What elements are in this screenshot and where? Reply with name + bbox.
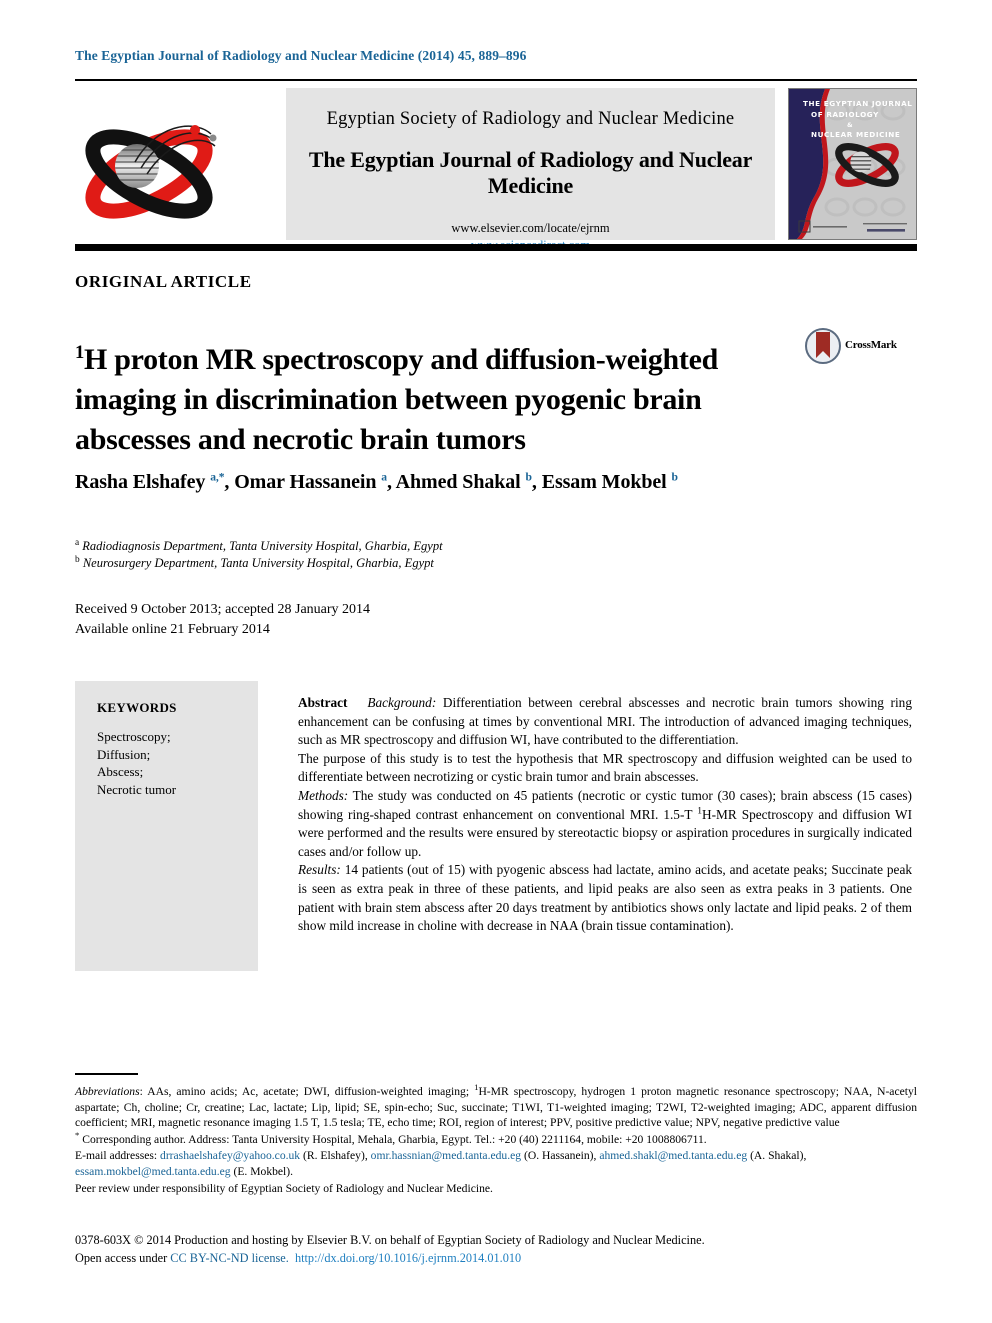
doi-link[interactable]: http://dx.doi.org/10.1016/j.ejrnm.2014.0… <box>295 1251 521 1265</box>
society-logo-icon <box>75 92 223 240</box>
elsevier-url[interactable]: www.elsevier.com/locate/ejrnm <box>451 221 609 235</box>
abstract-results-paragraph: Results: 14 patients (out of 15) with py… <box>298 861 912 935</box>
asterisk-mark: * <box>75 1129 80 1140</box>
corresponding-author-paragraph: * Corresponding author. Address: Tanta U… <box>75 1129 917 1148</box>
journal-cover-thumbnail: THE EGYPTIAN JOURNAL OF RADIOLOGY & NUCL… <box>788 88 917 240</box>
abstract-results-label: Results: <box>298 862 341 878</box>
author-entry: Omar Hassanein a, <box>234 470 392 493</box>
author-name: Rasha Elshafey <box>75 471 206 493</box>
abstract-results-text: 14 patients (out of 15) with pyogenic ab… <box>298 862 912 934</box>
affiliation-item: b Neurosurgery Department, Tanta Univers… <box>75 555 917 572</box>
svg-text:&: & <box>847 121 853 129</box>
affiliation-list: a Radiodiagnosis Department, Tanta Unive… <box>75 538 917 572</box>
available-online-date: Available online 21 February 2014 <box>75 622 270 637</box>
author-affiliation-mark: b <box>671 470 678 484</box>
email-owner: (A. Shakal), <box>750 1149 807 1163</box>
email-owner: (R. Elshafey), <box>303 1149 368 1163</box>
svg-text:THE EGYPTIAN JOURNAL: THE EGYPTIAN JOURNAL <box>803 99 912 108</box>
copyright-block: 0378-603X © 2014 Production and hosting … <box>75 1231 917 1267</box>
received-accepted-date: Received 9 October 2013; accepted 28 Jan… <box>75 602 371 617</box>
running-head: The Egyptian Journal of Radiology and Nu… <box>75 48 527 63</box>
abbreviations-label: Abbreviations <box>75 1085 140 1098</box>
author-entry: Ahmed Shakal b, <box>395 470 537 493</box>
abstract-block: Abstract Background: Differentiation bet… <box>298 694 912 936</box>
email-link[interactable]: omr.hassnian@med.tanta.edu.eg <box>371 1149 521 1162</box>
open-access-prefix: Open access under <box>75 1251 171 1265</box>
affiliation-mark: a <box>75 537 80 548</box>
copyright-line: 0378-603X © 2014 Production and hosting … <box>75 1233 705 1247</box>
abstract-background-label: Background: <box>367 695 437 710</box>
peer-review-statement: Peer review under responsibility of Egyp… <box>75 1181 493 1195</box>
affiliation-text: Neurosurgery Department, Tanta Universit… <box>82 556 434 570</box>
email-addresses-paragraph: E-mail addresses: drrashaelshafey@yahoo.… <box>75 1148 917 1179</box>
abbreviations-paragraph: Abbreviations: AAs, amino acids; Ac, ace… <box>75 1083 917 1131</box>
keyword-item: Necrotic tumor <box>97 781 177 797</box>
keywords-heading: KEYWORDS <box>97 700 177 715</box>
svg-text:NUCLEAR MEDICINE: NUCLEAR MEDICINE <box>811 130 900 139</box>
header-rule-bottom <box>75 244 917 251</box>
footnote-separator <box>75 1073 138 1075</box>
abstract-methods-paragraph: Methods: The study was conducted on 45 p… <box>298 787 912 861</box>
abstract-methods-label: Methods: <box>298 787 349 803</box>
author-affiliation-mark: a <box>381 470 387 484</box>
author-entry: Essam Mokbel b <box>542 471 678 493</box>
author-name: Omar Hassanein <box>234 471 377 493</box>
paper-first-page: The Egyptian Journal of Radiology and Nu… <box>0 0 992 1323</box>
license-link[interactable]: CC BY-NC-ND license. <box>170 1251 289 1265</box>
abstract-purpose-paragraph: The purpose of this study is to test the… <box>298 750 912 785</box>
open-access-line: Open access under CC BY-NC-ND license. h… <box>75 1249 917 1267</box>
author-name: Essam Mokbel <box>541 471 667 493</box>
email-link[interactable]: ahmed.shakl@med.tanta.edu.eg <box>599 1149 747 1162</box>
email-link[interactable]: drrashaelshafey@yahoo.co.uk <box>160 1149 300 1162</box>
keyword-item: Abscess; <box>97 764 144 779</box>
society-name: Egyptian Society of Radiology and Nuclea… <box>326 109 735 129</box>
keyword-item: Spectroscopy; <box>97 729 171 744</box>
page-title: 1H proton MR spectroscopy and diffusion-… <box>75 340 785 460</box>
footnotes-block: Abbreviations: AAs, amino acids; Ac, ace… <box>75 1083 917 1197</box>
crossmark-label: CrossMark <box>845 339 897 351</box>
header-rule-top <box>75 79 917 81</box>
author-list: Rasha Elshafey a,*, Omar Hassanein a, Ah… <box>75 471 917 494</box>
article-dates: Received 9 October 2013; accepted 28 Jan… <box>75 600 370 640</box>
journal-name: The Egyptian Journal of Radiology and Nu… <box>308 147 753 198</box>
email-link[interactable]: essam.mokbel@med.tanta.edu.eg <box>75 1165 231 1178</box>
masthead-center-panel: Egyptian Society of Radiology and Nuclea… <box>286 88 775 252</box>
keyword-item: Diffusion; <box>97 746 151 762</box>
abbreviations-text-a: : AAs, amino acids; Ac, acetate; DWI, di… <box>139 1085 475 1098</box>
author-name: Ahmed Shakal <box>395 471 521 493</box>
keywords-panel: KEYWORDS Spectroscopy; Diffusion; Absces… <box>75 681 258 971</box>
author-affiliation-mark: b <box>525 470 532 484</box>
corresponding-author-text: Corresponding author. Address: Tanta Uni… <box>82 1132 707 1146</box>
email-owner: (E. Mokbel). <box>233 1164 294 1178</box>
abstract-background-paragraph: Abstract Background: Differentiation bet… <box>298 694 912 750</box>
abstract-label: Abstract <box>298 695 348 710</box>
svg-text:OF RADIOLOGY: OF RADIOLOGY <box>811 110 879 119</box>
email-owner: (O. Hassanein), <box>523 1149 597 1163</box>
author-entry: Rasha Elshafey a,*, <box>75 470 230 493</box>
journal-masthead: Egyptian Society of Radiology and Nuclea… <box>75 88 917 252</box>
title-superscript: 1 <box>75 342 84 364</box>
title-text: H proton MR spectroscopy and diffusion-w… <box>75 343 719 457</box>
author-affiliation-mark: a,* <box>210 470 225 484</box>
keywords-list: Spectroscopy; Diffusion; Abscess; Necrot… <box>97 728 258 798</box>
affiliation-item: a Radiodiagnosis Department, Tanta Unive… <box>75 538 917 555</box>
article-type-label: ORIGINAL ARTICLE <box>75 272 252 291</box>
email-addresses-label: E-mail addresses: <box>75 1149 158 1163</box>
crossmark-icon <box>805 328 841 364</box>
crossmark-badge[interactable]: CrossMark <box>805 328 910 368</box>
affiliation-mark: b <box>75 554 80 565</box>
affiliation-text: Radiodiagnosis Department, Tanta Univers… <box>82 539 443 553</box>
